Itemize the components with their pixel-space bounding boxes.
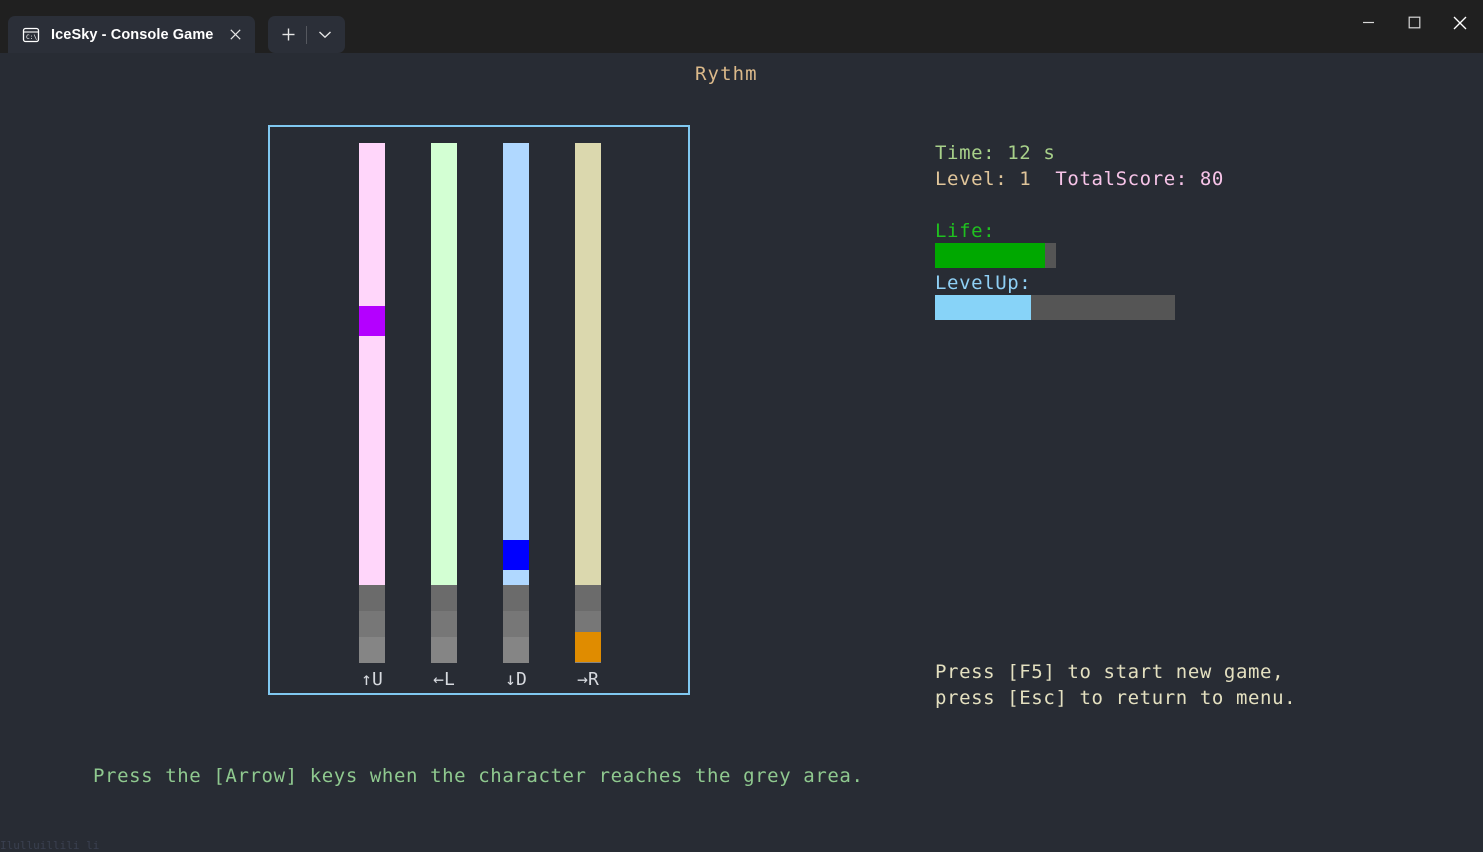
minimize-icon[interactable] (1345, 0, 1391, 45)
levelup-bar (935, 295, 1175, 320)
hit-zone-band-1 (431, 585, 457, 611)
close-icon[interactable] (1437, 0, 1483, 45)
board-help-text: Press the [Arrow] keys when the characte… (93, 765, 864, 787)
lane-key-label: ↓D (505, 669, 527, 690)
tab-icesky-console-game[interactable]: C:\ IceSky - Console Game (8, 16, 256, 53)
tab-title: IceSky - Console Game (51, 26, 214, 43)
life-label: Life: (935, 220, 996, 242)
lane-1[interactable]: ↑U (359, 127, 385, 693)
app-window: C:\ IceSky - Console Game Rythm ↑U ←L ↓D… (0, 0, 1483, 852)
note-block-in-zone (575, 632, 601, 662)
hit-zone-band-3 (359, 637, 385, 663)
game-title: Rythm (695, 63, 758, 85)
plus-icon[interactable] (270, 18, 306, 51)
note-block (359, 306, 385, 336)
hit-zone-band-2 (359, 611, 385, 637)
levelup-bar-fill (935, 295, 1031, 320)
console-overflow-text: Ilulluillili li (0, 839, 100, 852)
hit-zone-band-1 (575, 585, 601, 611)
hit-zone-band-2 (503, 611, 529, 637)
time-stat: Time: 12 s (935, 142, 1055, 164)
console-icon: C:\ (22, 26, 40, 44)
tab-strip: C:\ IceSky - Console Game (8, 8, 346, 53)
lane-3[interactable]: ↓D (503, 127, 529, 693)
window-controls (1345, 0, 1483, 45)
lane-track (431, 143, 457, 585)
note-block (503, 540, 529, 570)
hit-zone-band-3 (431, 637, 457, 663)
hit-zone-band-1 (503, 585, 529, 611)
tab-tools (268, 16, 346, 53)
level-score-stat: Level: 1 TotalScore: 80 (935, 168, 1224, 190)
hit-zone-band-3 (503, 637, 529, 663)
lane-key-label: ↑U (361, 669, 383, 690)
console-client-area: Rythm ↑U ←L ↓D →R Time: 12 s Level: 1 Total… (0, 53, 1483, 852)
lane-track (575, 143, 601, 585)
lane-2[interactable]: ←L (431, 127, 457, 693)
lane-4[interactable]: →R (575, 127, 601, 693)
close-icon[interactable] (221, 21, 249, 49)
maximize-icon[interactable] (1391, 0, 1437, 45)
footer-line-1: Press [F5] to start new game, (935, 661, 1285, 683)
chevron-down-icon[interactable] (307, 18, 343, 51)
title-bar: C:\ IceSky - Console Game (0, 0, 1483, 53)
life-bar (935, 243, 1056, 268)
lane-key-label: →R (577, 669, 599, 690)
score-text: TotalScore: 80 (1055, 168, 1224, 190)
levelup-label: LevelUp: (935, 272, 1032, 294)
life-bar-fill (935, 243, 1045, 268)
footer-line-2: press [Esc] to return to menu. (935, 687, 1297, 709)
lane-key-label: ←L (433, 669, 455, 690)
lane-track (359, 143, 385, 585)
game-board: ↑U ←L ↓D →R (268, 125, 690, 695)
level-text: Level: 1 (935, 168, 1056, 190)
hit-zone-band-1 (359, 585, 385, 611)
time-text: Time: 12 s (935, 142, 1056, 164)
hit-zone-band-2 (431, 611, 457, 637)
svg-text:C:\: C:\ (26, 34, 37, 41)
lane-track (503, 143, 529, 585)
